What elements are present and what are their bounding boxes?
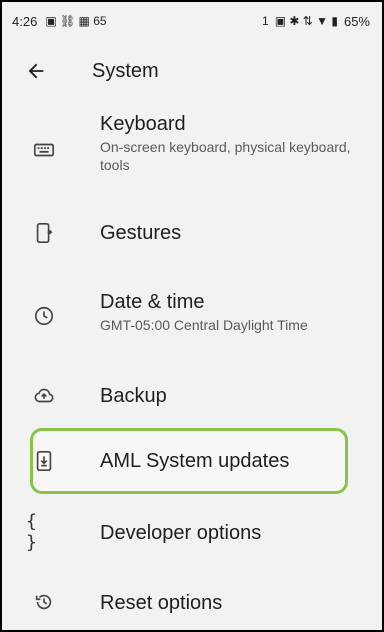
status-bar: 4:26 ▣ ⛓ ▦ 65 1 ▣ ✱ ⇅ ▼ ▮ 65% (2, 2, 382, 40)
braces-icon: { } (26, 511, 39, 553)
settings-item-title: Gestures (100, 222, 182, 244)
settings-item-title: AML System updates (100, 450, 290, 472)
keyboard-icon (30, 136, 58, 164)
arrow-back-icon[interactable] (16, 51, 56, 91)
gestures-icon (30, 219, 58, 247)
status-time: 4:26 (12, 13, 38, 29)
settings-item-date-time[interactable]: Date & time GMT-05:00 Central Daylight T… (2, 268, 382, 362)
sim-slot-indicator: 1 (262, 14, 269, 28)
settings-item-title: Date & time (100, 291, 205, 313)
status-notification-icons: ▣ ⛓ ▦ 65 (45, 14, 107, 28)
battery-percentage: 65% (343, 13, 370, 29)
settings-item-title: Backup (100, 385, 167, 407)
settings-item-backup[interactable]: Backup (2, 362, 382, 430)
settings-item-summary: On-screen keyboard, physical keyboard, t… (100, 139, 351, 173)
settings-list: Keyboard On-screen keyboard, physical ke… (2, 102, 382, 630)
settings-item-keyboard[interactable]: Keyboard On-screen keyboard, physical ke… (2, 102, 382, 198)
settings-item-reset-options[interactable]: Reset options (2, 568, 382, 630)
settings-item-title: Keyboard (100, 113, 186, 135)
phone-screen: 4:26 ▣ ⛓ ▦ 65 1 ▣ ✱ ⇅ ▼ ▮ 65% System Key… (0, 0, 384, 632)
settings-item-gestures[interactable]: Gestures (2, 198, 382, 268)
settings-item-title: Developer options (100, 522, 262, 544)
history-icon (30, 588, 58, 616)
settings-item-developer-options[interactable]: { } Developer options (2, 498, 382, 568)
settings-item-title: Reset options (100, 592, 223, 614)
status-system-icons: ▣ ✱ ⇅ ▼ ▮ (274, 14, 338, 28)
system-update-icon (30, 447, 58, 475)
page-title: System (92, 59, 159, 82)
settings-item-summary: GMT-05:00 Central Daylight Time (100, 317, 308, 333)
cloud-upload-icon (30, 382, 58, 410)
clock-icon (30, 302, 58, 330)
settings-item-system-updates[interactable]: AML System updates (2, 428, 382, 494)
app-bar: System (2, 40, 382, 102)
